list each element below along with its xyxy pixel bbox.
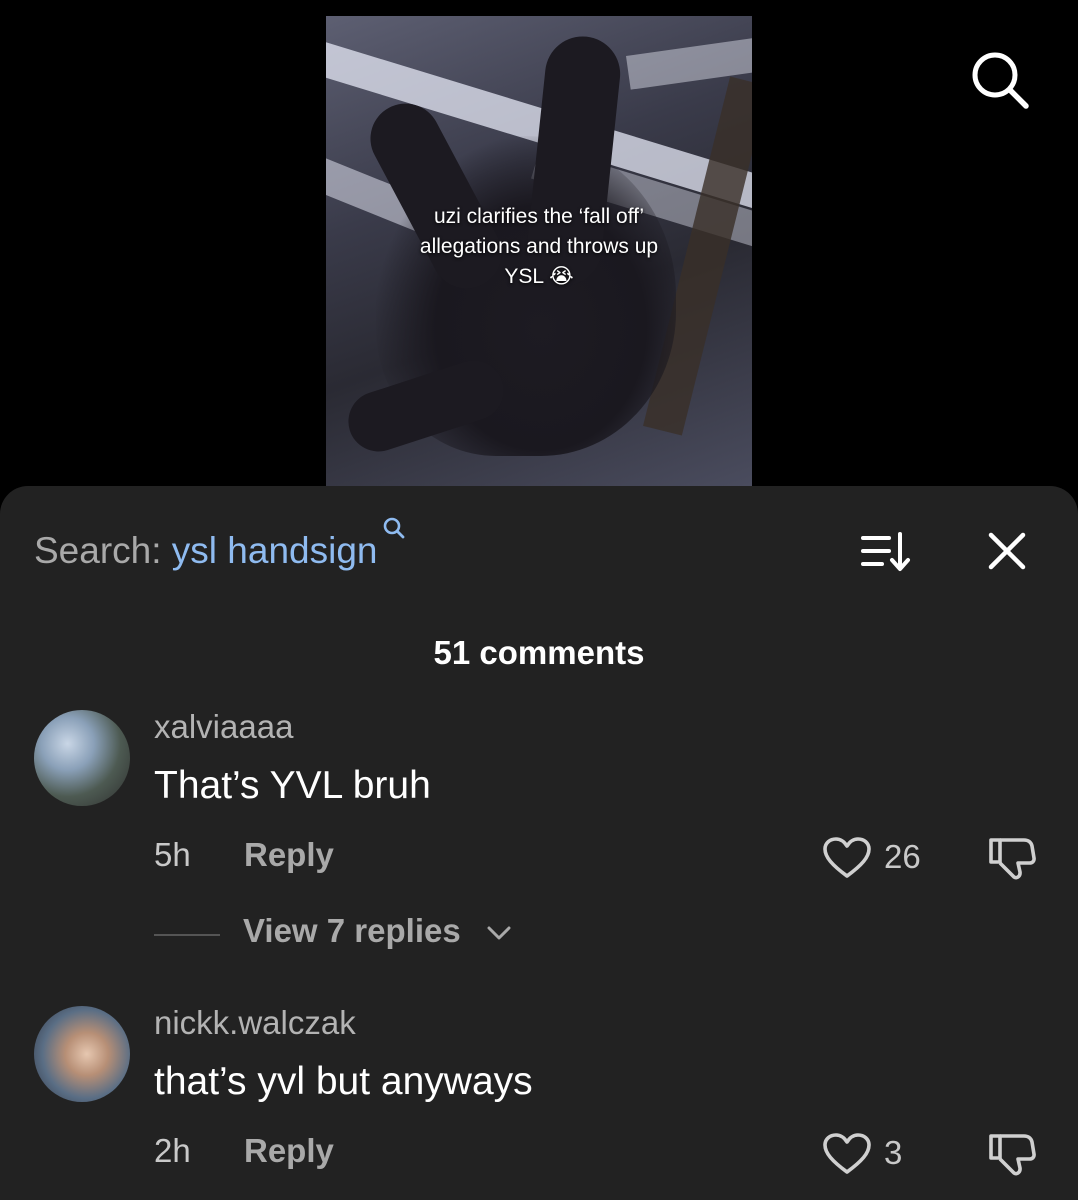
screen: uzi clarifies the ‘fall off’ allegations… (0, 0, 1078, 1200)
comment-text: that’s yvl but anyways (154, 1060, 533, 1103)
comment-count: 51 comments (433, 634, 645, 671)
comment-search-row[interactable]: Search: ysl handsign (34, 517, 405, 576)
view-replies-label[interactable]: View 7 replies (243, 912, 461, 950)
video-caption-line: uzi clarifies the ‘fall off’ (433, 205, 645, 228)
like-count: 3 (884, 1134, 903, 1171)
view-replies-button[interactable]: View 7 replies (0, 912, 1078, 956)
comments-sheet: Search: ysl handsign 51 comments xalviaa… (0, 486, 1078, 1200)
search-term-link[interactable]: ysl handsign (172, 530, 378, 571)
sort-icon[interactable] (860, 530, 912, 574)
video-caption-line: YSL 😭 (504, 265, 574, 288)
avatar[interactable] (34, 710, 130, 806)
comment-timestamp: 2h (154, 1132, 191, 1169)
thumbs-down-icon[interactable] (986, 832, 1038, 884)
reply-button[interactable]: Reply (244, 1132, 334, 1170)
search-label: Search: (34, 530, 172, 571)
like-count: 26 (884, 838, 921, 875)
thumbs-down-icon[interactable] (986, 1128, 1038, 1180)
reply-button[interactable]: Reply (244, 836, 334, 874)
close-icon[interactable] (986, 530, 1028, 572)
search-icon[interactable] (966, 46, 1032, 112)
search-icon (381, 504, 407, 539)
video-caption-line: allegations and throws up (419, 235, 659, 258)
video-player[interactable]: uzi clarifies the ‘fall off’ allegations… (326, 16, 752, 486)
video-caption: uzi clarifies the ‘fall off’ allegations… (376, 202, 702, 292)
chevron-down-icon (486, 924, 512, 942)
heart-icon[interactable] (822, 1132, 872, 1176)
heart-icon[interactable] (822, 836, 872, 880)
comment-text: That’s YVL bruh (154, 764, 431, 807)
comment-username[interactable]: nickk.walczak (154, 1004, 356, 1042)
replies-divider (154, 934, 220, 936)
avatar[interactable] (34, 1006, 130, 1102)
comment-timestamp: 5h (154, 836, 191, 873)
comment-username[interactable]: xalviaaaa (154, 708, 293, 746)
